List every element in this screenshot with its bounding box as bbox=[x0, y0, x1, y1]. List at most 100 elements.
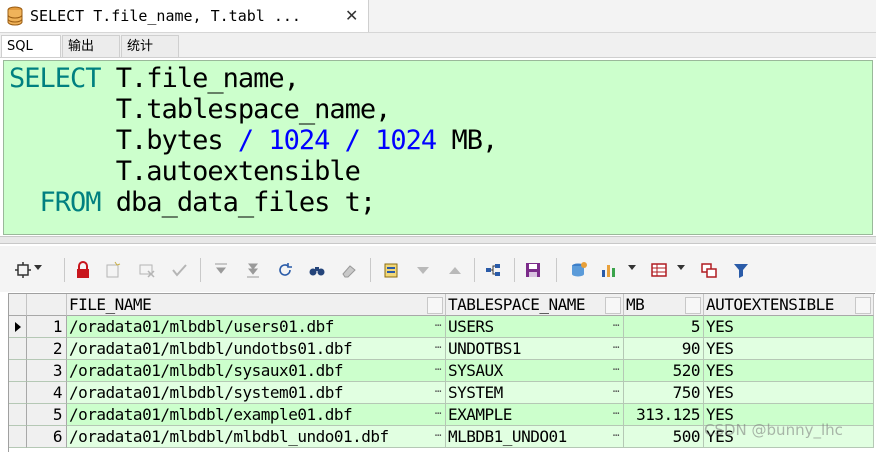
tab-sql[interactable]: SQL bbox=[1, 35, 61, 57]
column-header-tablespace-name[interactable]: TABLESPACE_NAME bbox=[446, 294, 624, 316]
column-header-file-name[interactable]: FILE_NAME bbox=[67, 294, 446, 316]
cell-editor-button[interactable]: … bbox=[613, 404, 620, 422]
code-line: FROM dba_data_files t; bbox=[9, 187, 377, 218]
code-token: dba_data_files t; bbox=[115, 187, 376, 218]
cell-file-name[interactable]: /oradata01/mlbdbl/sysaux01.dbf… bbox=[67, 360, 446, 382]
column-sort-button[interactable] bbox=[685, 297, 701, 314]
cell-editor-button[interactable]: … bbox=[435, 360, 442, 378]
lock-icon[interactable] bbox=[74, 261, 92, 279]
row-indicator-cell[interactable] bbox=[9, 338, 27, 360]
chart-dropdown-icon[interactable] bbox=[628, 265, 636, 270]
cell-value: UNDOTBS1 bbox=[448, 339, 522, 358]
find-icon[interactable] bbox=[308, 261, 326, 279]
cell-file-name[interactable]: /oradata01/mlbdbl/mlbdbl_undo01.dbf… bbox=[67, 426, 446, 448]
save-icon[interactable] bbox=[524, 261, 542, 279]
cell-mb[interactable]: 500 bbox=[624, 426, 704, 448]
column-header-label: AUTOEXTENSIBLE bbox=[706, 295, 834, 314]
export-icon[interactable] bbox=[382, 261, 400, 279]
code-token: / bbox=[237, 125, 269, 156]
cell-editor-button[interactable]: … bbox=[435, 426, 442, 444]
cell-file-name[interactable]: /oradata01/mlbdbl/users01.dbf … bbox=[67, 316, 446, 338]
table-view-dropdown-icon[interactable] bbox=[677, 265, 685, 270]
cell-editor-button[interactable]: … bbox=[613, 338, 620, 356]
cell-value: USERS bbox=[448, 317, 494, 336]
chart-icon[interactable] bbox=[600, 261, 618, 279]
row-number-cell[interactable]: 1 bbox=[27, 316, 67, 338]
editor-sub-tabs: SQL 输出 统计 bbox=[0, 33, 876, 58]
row-number-cell[interactable]: 2 bbox=[27, 338, 67, 360]
cell-tablespace-name[interactable]: SYSTEM… bbox=[446, 382, 624, 404]
cell-autoextensible[interactable]: YES bbox=[704, 382, 874, 404]
row-number-cell[interactable]: 3 bbox=[27, 360, 67, 382]
cell-autoextensible[interactable]: YES bbox=[704, 360, 874, 382]
tab-output[interactable]: 输出 bbox=[62, 35, 120, 57]
link-icon[interactable] bbox=[484, 261, 502, 279]
toolbar-separator bbox=[64, 258, 65, 282]
pane-splitter[interactable] bbox=[0, 236, 876, 244]
cell-editor-button[interactable]: … bbox=[613, 360, 620, 378]
row-number-cell[interactable]: 6 bbox=[27, 426, 67, 448]
post-icon[interactable] bbox=[170, 261, 188, 279]
table-view-icon[interactable] bbox=[650, 261, 668, 279]
tab-statistics[interactable]: 统计 bbox=[121, 35, 179, 57]
sql-editor[interactable]: SELECT T.file_name, T.tablespace_name, T… bbox=[3, 60, 873, 235]
cell-tablespace-name[interactable]: UNDOTBS1 … bbox=[446, 338, 624, 360]
grid-options-dropdown-icon[interactable] bbox=[34, 265, 42, 270]
column-sort-button[interactable] bbox=[855, 297, 871, 314]
column-header-autoextensible[interactable]: AUTOEXTENSIBLE bbox=[704, 294, 874, 316]
cell-editor-button[interactable]: … bbox=[435, 382, 442, 400]
filter-icon[interactable] bbox=[732, 261, 750, 279]
cell-mb[interactable]: 750 bbox=[624, 382, 704, 404]
cell-mb[interactable]: 90 bbox=[624, 338, 704, 360]
delete-record-icon[interactable] bbox=[138, 261, 156, 279]
cell-tablespace-name[interactable]: SYSAUX… bbox=[446, 360, 624, 382]
cell-tablespace-name[interactable]: MLBDB1_UNDO01… bbox=[446, 426, 624, 448]
row-indicator-cell[interactable] bbox=[9, 426, 27, 448]
cell-tablespace-name[interactable]: USERS … bbox=[446, 316, 624, 338]
cell-file-name[interactable]: /oradata01/mlbdbl/system01.dbf… bbox=[67, 382, 446, 404]
close-tab-icon[interactable]: ✕ bbox=[345, 6, 358, 25]
clear-icon[interactable] bbox=[340, 261, 358, 279]
row-number-cell[interactable]: 5 bbox=[27, 404, 67, 426]
row-indicator-cell[interactable] bbox=[9, 404, 27, 426]
code-token: T.autoextensible bbox=[9, 156, 361, 187]
move-up-icon[interactable] bbox=[446, 261, 464, 279]
code-token: MB, bbox=[436, 125, 498, 156]
sort-desc-icon[interactable] bbox=[212, 261, 230, 279]
cell-mb[interactable]: 313.125 bbox=[624, 404, 704, 426]
grid-options-icon[interactable] bbox=[14, 261, 32, 279]
cell-editor-button[interactable]: … bbox=[613, 316, 620, 334]
table-row[interactable]: 2/oradata01/mlbdbl/undotbs01.dbf… UNDOTBS… bbox=[9, 338, 875, 360]
refresh-icon[interactable] bbox=[276, 261, 294, 279]
table-row[interactable]: 3/oradata01/mlbdbl/sysaux01.dbf… SYSAUX… 5… bbox=[9, 360, 875, 382]
move-down-icon[interactable] bbox=[414, 261, 432, 279]
cell-tablespace-name[interactable]: EXAMPLE… bbox=[446, 404, 624, 426]
row-indicator-cell[interactable] bbox=[9, 382, 27, 404]
cell-editor-button[interactable]: … bbox=[613, 382, 620, 400]
cell-mb[interactable]: 520 bbox=[624, 360, 704, 382]
code-token: T.file_name, bbox=[115, 63, 300, 94]
new-record-icon[interactable] bbox=[104, 261, 122, 279]
sort-last-icon[interactable] bbox=[244, 261, 262, 279]
cell-autoextensible[interactable]: YES bbox=[704, 338, 874, 360]
cell-editor-button[interactable]: … bbox=[435, 338, 442, 356]
row-indicator-cell[interactable] bbox=[9, 316, 27, 338]
cell-mb[interactable]: 5 bbox=[624, 316, 704, 338]
row-indicator-cell[interactable] bbox=[9, 360, 27, 382]
row-number-cell[interactable]: 4 bbox=[27, 382, 67, 404]
query-by-example-icon[interactable] bbox=[570, 261, 588, 279]
sql-window-tab[interactable]: SELECT T.file_name, T.tabl ... ✕ bbox=[0, 0, 369, 32]
cell-file-name[interactable]: /oradata01/mlbdbl/undotbs01.dbf… bbox=[67, 338, 446, 360]
column-sort-button[interactable] bbox=[427, 297, 443, 314]
cell-value: /oradata01/mlbdbl/users01.dbf bbox=[69, 317, 334, 336]
cell-autoextensible[interactable]: YES bbox=[704, 316, 874, 338]
table-row[interactable]: 4/oradata01/mlbdbl/system01.dbf… SYSTEM… 7… bbox=[9, 382, 875, 404]
table-row[interactable]: 1/oradata01/mlbdbl/users01.dbf… USERS… 5 YE… bbox=[9, 316, 875, 338]
cell-editor-button[interactable]: … bbox=[435, 316, 442, 334]
cell-file-name[interactable]: /oradata01/mlbdbl/example01.dbf… bbox=[67, 404, 446, 426]
cell-editor-button[interactable]: … bbox=[435, 404, 442, 422]
column-sort-button[interactable] bbox=[605, 297, 621, 314]
compare-icon[interactable] bbox=[700, 261, 718, 279]
cell-editor-button[interactable]: … bbox=[613, 426, 620, 444]
column-header-mb[interactable]: MB bbox=[624, 294, 704, 316]
